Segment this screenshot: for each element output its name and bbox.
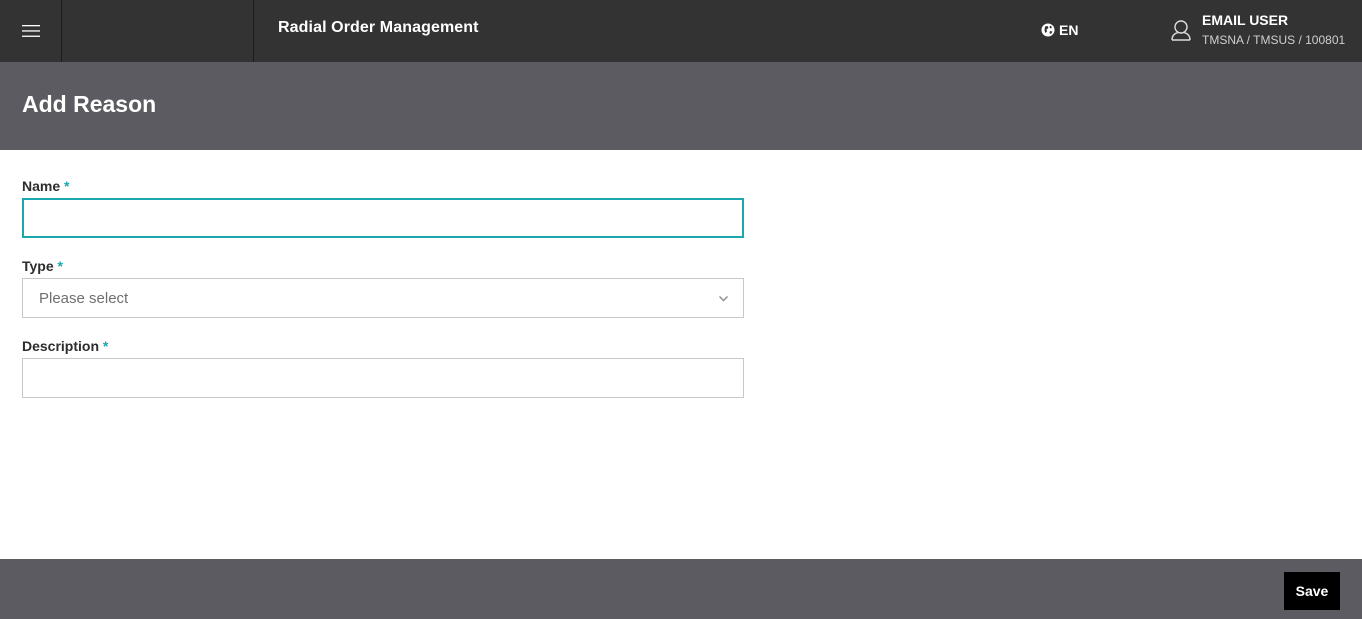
description-field: Description * [22,338,744,398]
user-organization: TMSNA / TMSUS / 100801 [1202,33,1346,47]
user-icon [1171,20,1191,41]
page-title: Add Reason [22,91,157,117]
language-selector[interactable]: EN [1041,22,1078,38]
user-name: EMAIL USER [1202,12,1289,28]
name-label: Name * [22,178,744,198]
globe-icon [1041,23,1055,37]
required-mark: * [102,338,109,354]
description-input[interactable] [22,358,744,398]
user-menu[interactable]: EMAIL USER TMSNA / TMSUS / 100801 [1170,11,1345,48]
app-title: Radial Order Management [278,19,479,36]
type-select[interactable]: Please select [22,278,744,318]
logo-area [62,0,254,62]
required-mark: * [64,178,70,194]
type-label-text: Type [22,258,54,274]
name-field: Name * [22,178,744,238]
footer-bar: Save [0,559,1362,619]
type-label: Type * [22,258,744,278]
required-mark: * [57,258,63,274]
chevron-down-icon [719,296,728,302]
language-label: EN [1059,22,1079,38]
save-button[interactable]: Save [1284,572,1340,610]
page-header: Add Reason [0,62,1362,150]
add-reason-form: Name * Type * Please select Description … [22,178,744,418]
description-label: Description * [22,338,744,358]
type-select-value: Please select [39,290,129,307]
type-field: Type * Please select [22,258,744,318]
hamburger-icon [21,25,40,37]
top-navigation-bar: Radial Order Management EN EMAIL USER TM… [0,0,1362,62]
name-label-text: Name [22,178,61,194]
hamburger-menu-button[interactable] [0,0,62,62]
description-label-text: Description [22,338,100,354]
name-input[interactable] [22,198,744,238]
